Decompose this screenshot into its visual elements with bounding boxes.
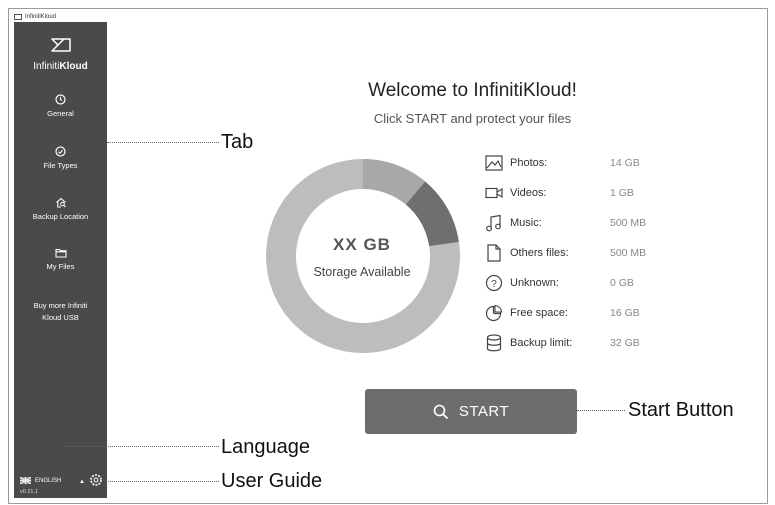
storage-label: Storage Available [313,265,411,279]
callout-start-button: Start Button [628,399,734,421]
title-bar: InfinitiKloud [14,12,56,22]
stat-label: Photos: [510,157,548,169]
document-icon [484,243,504,263]
folder-icon [54,248,67,258]
sidebar: InfinitiKloud General File Types Backup … [14,22,107,498]
caret-up-icon[interactable]: ▲ [79,479,85,485]
callout-tab: Tab [221,131,254,153]
gear-icon[interactable] [90,474,102,486]
callout-line-user-guide [104,481,219,482]
welcome-subtitle: Click START and protect your files [373,111,572,126]
callout-line-language [62,446,219,447]
storage-value: XX GB [333,235,391,254]
logo: InfinitiKloud [14,36,107,72]
stat-value: 500 MB [610,247,647,259]
callout-user-guide: User Guide [221,470,323,492]
welcome-title: Welcome to InfinitiKloud! [368,80,577,101]
window-title: InfinitiKloud [25,14,57,20]
callout-language: Language [221,436,310,458]
stat-value: 1 GB [610,187,634,199]
stat-value: 16 GB [610,307,640,319]
tab-backup-location-label: Backup Location [32,212,89,221]
stat-label: Unknown: [510,277,559,289]
stat-value: 14 GB [610,157,640,169]
stat-videos: Videos: 1 GB [484,182,634,204]
buy-more-line1: Buy more Infiniti [33,301,88,310]
start-button-label: START [458,403,510,420]
tab-backup-location[interactable]: Backup Location [14,197,107,221]
tab-general-label: General [47,109,74,118]
stat-label: Free space: [510,307,569,319]
stat-free-space: Free space: 16 GB [484,302,640,324]
app-icon [14,14,22,20]
stat-value: 32 GB [610,337,640,349]
stat-music: Music: 500 MB [484,212,646,234]
stat-label: Music: [510,217,542,229]
tab-file-types[interactable]: File Types [14,146,107,170]
clock-icon [55,94,66,105]
stat-value: 0 GB [610,277,634,289]
video-camera-icon [484,183,504,203]
music-note-icon [484,213,504,233]
uk-flag-icon [20,477,31,484]
donut-segment-photos [362,159,426,205]
stat-label: Backup limit: [510,337,573,349]
question-circle-icon: ? [484,273,504,293]
image-icon [484,153,504,173]
pie-icon [484,303,504,323]
stat-unknown: ? Unknown: 0 GB [484,272,634,294]
database-icon [484,333,504,353]
version-label: v0.21.1 [20,489,39,495]
stat-label: Videos: [510,187,547,199]
callout-line-start [577,410,625,411]
stat-backup-limit: Backup limit: 32 GB [484,332,640,354]
home-search-icon [55,197,66,208]
cloud-logo-icon [50,38,71,52]
stat-label: Others files: [510,247,569,259]
tab-file-types-label: File Types [43,161,78,170]
buy-more-line2: Kloud USB [42,313,79,322]
search-icon [433,404,448,419]
language-label: ENGLISH [35,477,62,484]
callout-line-tab [107,142,219,143]
stat-photos: Photos: 14 GB [484,152,640,174]
stat-value: 500 MB [610,217,647,229]
start-button[interactable]: START [365,389,577,434]
stat-others: Others files: 500 MB [484,242,646,264]
logo-text: InfinitiKloud [33,61,88,72]
storage-donut-chart [266,159,460,353]
tab-my-files-label: My Files [46,262,75,271]
check-circle-icon [55,146,66,157]
tab-my-files[interactable]: My Files [14,248,107,271]
svg-text:?: ? [491,279,497,290]
language-selector[interactable]: ENGLISH [20,477,61,484]
tab-general[interactable]: General [14,94,107,118]
buy-more-link[interactable]: Buy more Infiniti Kloud USB [14,300,107,324]
